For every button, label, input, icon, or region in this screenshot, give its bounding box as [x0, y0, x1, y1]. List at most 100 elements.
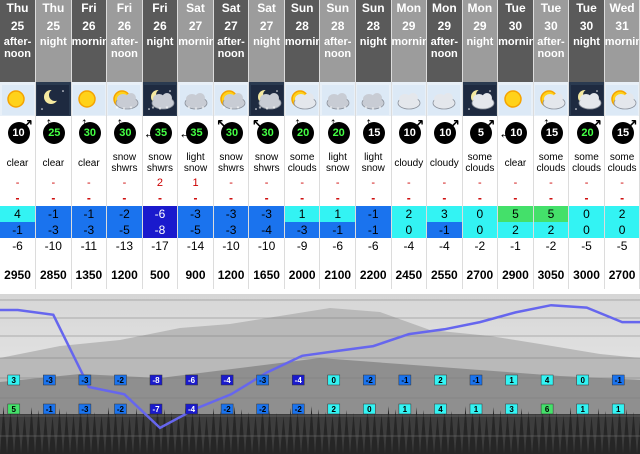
day-label: Mon — [432, 1, 457, 15]
date-label: 25 — [10, 19, 25, 33]
wind-indicator: ↑15 — [357, 116, 389, 147]
rain-row: ------------------ — [0, 189, 640, 206]
rain-value: - — [300, 190, 305, 205]
freezing-level-cell: 3050 — [533, 260, 570, 289]
rain-value: - — [51, 190, 56, 205]
wind-speed-badge: 20 — [327, 122, 350, 144]
sun-cloud-snow-icon: * * * — [215, 85, 248, 115]
day-label: Sun — [361, 1, 385, 15]
wind-indicator: ←10 — [498, 117, 531, 147]
cloud-icon — [392, 85, 425, 115]
freezing-level-cell: 2700 — [462, 260, 499, 289]
temp-label-text: 0 — [332, 376, 337, 385]
wind-speed-badge: 25 — [43, 122, 66, 144]
min-temp-cell: -3 — [284, 222, 321, 238]
rain-cell: - — [213, 189, 250, 206]
freezing-level-value: 500 — [149, 267, 170, 282]
wind-chill-value: -13 — [115, 239, 134, 253]
temp-label: -3 — [43, 374, 56, 386]
snow-cell: - — [497, 178, 534, 189]
min-temp-value: -3 — [296, 223, 308, 237]
freezing-level-value: 2550 — [430, 267, 458, 282]
period-cell: after-noon — [106, 36, 143, 82]
max-temp-value: 2 — [618, 207, 626, 221]
day-name: Thu — [0, 0, 37, 16]
wind-chill-value: -6 — [332, 239, 344, 253]
wind-speed-badge: 30 — [221, 122, 244, 144]
rain-value: - — [229, 190, 234, 205]
temp-label: 4 — [434, 403, 447, 415]
max-temp-value: -1 — [47, 207, 59, 221]
wind-cell: ↑20 — [284, 116, 321, 148]
wind-indicator: ↑15 — [535, 116, 567, 147]
moon-clear-icon — [37, 85, 70, 115]
temp-label: -3 — [78, 374, 92, 386]
max-temp-cell: -2 — [106, 206, 143, 222]
temp-label: -6 — [185, 374, 198, 386]
wind-chill-cell: -11 — [71, 238, 108, 254]
cloud-icon — [428, 85, 461, 115]
freezing-level-value: 2450 — [395, 267, 423, 282]
temp-label-text: 1 — [509, 376, 514, 385]
wind-speed-badge: 15 — [540, 122, 563, 144]
min-temp-value: -1 — [367, 223, 379, 237]
snow-value: - — [15, 178, 20, 189]
temp-label: 2 — [434, 374, 447, 386]
rain-cell: - — [71, 189, 108, 206]
period-label: morning — [284, 36, 319, 48]
moon-cloud-icon — [463, 85, 496, 115]
freezing-level-cell: 2000 — [284, 260, 321, 289]
date-cell: 30 — [568, 16, 605, 36]
temp-label-text: -2 — [259, 405, 267, 414]
period-row: after-noonnightmorningafter-noonnightmor… — [0, 36, 640, 82]
min-temp-cell: -1 — [426, 222, 463, 238]
summary-cell: cloudy — [426, 148, 463, 178]
freezing-level-value: 2200 — [359, 267, 387, 282]
wind-speed-badge: 10 — [398, 122, 421, 144]
min-temp-value: 2 — [512, 223, 519, 237]
min-temp-cell: 0 — [391, 222, 428, 238]
snow-row: - - - - 2 1 - - - - - - - - - - - - — [0, 178, 640, 189]
summary-label: clear — [6, 157, 29, 169]
date-cell: 31 — [604, 16, 640, 36]
freezing-level-value: 2900 — [502, 267, 529, 282]
date-label: 27 — [224, 19, 238, 33]
rain-cell: - — [284, 189, 321, 206]
cloud-snow-icon: * * * — [321, 85, 354, 115]
rain-cell: - — [0, 189, 37, 206]
wind-chill-cell: -4 — [426, 238, 463, 254]
min-temp-cell: 2 — [497, 222, 534, 238]
min-temp-cell: -4 — [248, 222, 285, 238]
freezing-level-cell: 1350 — [71, 260, 108, 289]
rain-cell: - — [497, 189, 534, 206]
rain-value: - — [86, 190, 91, 205]
wind-chill-value: -4 — [439, 239, 450, 253]
temp-label-text: -1 — [46, 405, 54, 414]
temp-label-text: -2 — [117, 405, 125, 414]
snow-cell: - — [284, 178, 321, 189]
wind-indicator: ↗ 5 — [464, 117, 496, 147]
date-label: 29 — [402, 19, 416, 33]
rain-cell: - — [568, 189, 605, 206]
temp-label-text: 0 — [580, 376, 585, 385]
forecast-table: Thu Thu Fri Fri Fri Sat Sat Sat Sun Sun Sun Mon Mon M… — [0, 0, 640, 454]
snow-cell: - — [106, 178, 143, 189]
max-temp-cell: -3 — [213, 206, 250, 222]
snow-cell: - — [248, 178, 285, 189]
period-cell: after-noon — [319, 36, 356, 82]
weather-icon-cell — [284, 82, 321, 116]
temp-label-text: 4 — [545, 376, 550, 385]
rain-value: - — [442, 190, 447, 205]
temp-label-text: 2 — [438, 376, 443, 385]
period-cell: night — [568, 36, 605, 82]
snow-value: - — [513, 178, 518, 189]
wind-chill-row: -6 -10 -11 -13 -17 -14 -10 -10 -9 -6 -6 -4 -4 -2 -1 -2 -… — [0, 238, 640, 254]
min-temp-cell: 0 — [462, 222, 499, 238]
wind-speed-badge: 15 — [612, 122, 635, 144]
wind-cell: ↑30 — [71, 116, 108, 148]
summary-cell: clear — [0, 148, 37, 178]
summary-cell: snow shwrs — [142, 148, 179, 178]
min-temp-value: -1 — [12, 223, 23, 237]
rain-cell: - — [391, 189, 428, 206]
temp-label-text: -2 — [366, 376, 374, 385]
